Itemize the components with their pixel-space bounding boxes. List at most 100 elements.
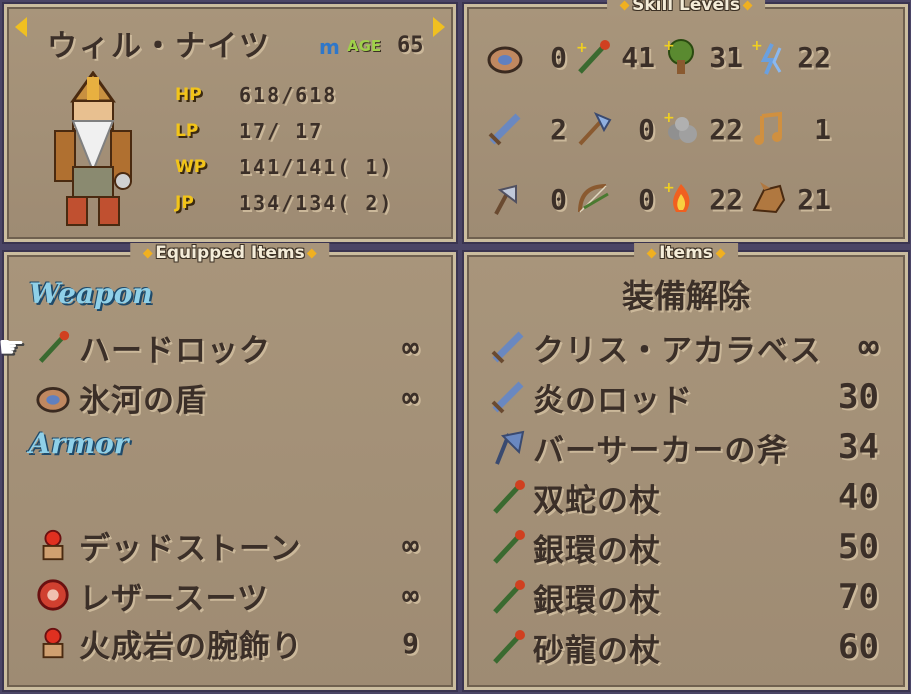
item-row[interactable]: バーサーカーの斧 34 bbox=[489, 423, 899, 471]
rock-icon: + bbox=[659, 107, 703, 151]
item-name: 双蛇の杖 bbox=[533, 482, 661, 519]
skill-levels-title: Skill Levels bbox=[607, 0, 765, 15]
shield-icon bbox=[36, 387, 70, 413]
beast-icon bbox=[747, 177, 791, 221]
item-qty: 30 bbox=[838, 377, 879, 417]
skill-level: 1 bbox=[814, 112, 831, 146]
equip-slot-weapon-2[interactable]: 氷河の盾 ∞ bbox=[35, 375, 445, 419]
equip-slot-weapon-1[interactable]: ハードロック ∞ bbox=[35, 325, 445, 369]
staff-icon bbox=[38, 330, 70, 363]
next-character-arrow-icon[interactable] bbox=[433, 17, 445, 37]
equip-item-name: 氷河の盾 bbox=[79, 382, 207, 419]
hand-axe-icon bbox=[483, 177, 527, 221]
item-row[interactable]: 炎のロッド 30 bbox=[489, 373, 899, 421]
sword-icon bbox=[491, 331, 524, 364]
age-value: 65 bbox=[397, 33, 424, 58]
fire-icon: + bbox=[659, 177, 703, 221]
skill-level: 31 bbox=[709, 40, 743, 74]
item-name: 銀環の杖 bbox=[533, 532, 661, 569]
skill-level: 0 bbox=[550, 40, 567, 74]
hp-label: HP bbox=[175, 85, 202, 105]
hand-pointer-cursor-icon: ☛ bbox=[0, 330, 25, 365]
item-qty: 40 bbox=[838, 477, 879, 517]
item-name: 炎のロッド bbox=[533, 382, 693, 419]
hp-value: 618/618 bbox=[239, 83, 338, 107]
svg-text:+: + bbox=[576, 40, 588, 56]
staff-icon bbox=[493, 580, 525, 614]
equip-item-qty: ∞ bbox=[402, 330, 419, 364]
item-row[interactable]: 砂龍の杖 60 bbox=[489, 623, 899, 671]
skill-level: 0 bbox=[550, 182, 567, 216]
staff-icon bbox=[493, 480, 525, 514]
character-name: ウィル・ナイツ bbox=[47, 29, 271, 64]
skill-level: 22 bbox=[797, 40, 831, 74]
skill-level: 0 bbox=[638, 112, 655, 146]
jp-label: JP bbox=[175, 193, 194, 213]
equip-slot-armor-3[interactable]: 火成岩の腕飾り 9 bbox=[35, 621, 445, 665]
item-row[interactable]: 銀環の杖 50 bbox=[489, 523, 899, 571]
lp-label: LP bbox=[175, 121, 199, 141]
item-row[interactable]: 銀環の杖 70 bbox=[489, 573, 899, 621]
water-icon: + bbox=[747, 35, 791, 79]
skill-level: 0 bbox=[638, 182, 655, 216]
prev-character-arrow-icon[interactable] bbox=[15, 17, 27, 37]
item-qty: 50 bbox=[838, 527, 879, 567]
svg-text:+: + bbox=[751, 38, 763, 54]
svg-text:+: + bbox=[663, 180, 675, 196]
svg-text:+: + bbox=[663, 110, 675, 126]
equip-slot-armor-2[interactable]: レザースーツ ∞ bbox=[35, 573, 445, 617]
equip-item-qty: ∞ bbox=[402, 528, 419, 562]
equip-item-name: デッドストーン bbox=[79, 530, 302, 567]
wp-label: WP bbox=[175, 157, 207, 177]
item-name: 砂龍の杖 bbox=[533, 632, 661, 669]
skill-row: 0 + 41 + 31 + 22 bbox=[483, 35, 835, 79]
axe-icon bbox=[495, 430, 525, 465]
axe-icon bbox=[571, 107, 615, 151]
equip-item-name: レザースーツ bbox=[79, 580, 269, 617]
wp-value: 141/141( 1) bbox=[239, 155, 394, 179]
skill-level: 22 bbox=[709, 182, 743, 216]
svg-text:+: + bbox=[663, 38, 675, 54]
age-label: AGE bbox=[347, 37, 382, 55]
tree-icon: + bbox=[659, 35, 703, 79]
music-icon bbox=[747, 107, 791, 151]
skill-row: 2 0 + 22 1 bbox=[483, 107, 835, 151]
item-qty: 60 bbox=[838, 627, 879, 667]
skill-level: 22 bbox=[709, 112, 743, 146]
item-qty: 70 bbox=[838, 577, 879, 617]
equip-item-qty: ∞ bbox=[402, 380, 419, 414]
equip-slot-armor-1[interactable]: デッドストーン ∞ bbox=[35, 523, 445, 567]
item-row[interactable]: クリス・アカラベス ∞ bbox=[489, 323, 899, 371]
skill-row: 0 0 + 22 21 bbox=[483, 177, 835, 221]
equip-item-name: ハードロック bbox=[79, 332, 271, 369]
male-icon: m bbox=[319, 35, 340, 59]
item-row[interactable]: 双蛇の杖 40 bbox=[489, 473, 899, 521]
equipped-items-title: Equipped Items bbox=[130, 243, 330, 263]
items-title: Items bbox=[634, 243, 738, 263]
item-name: クリス・アカラベス bbox=[533, 332, 822, 369]
skill-level: 21 bbox=[797, 182, 831, 216]
equip-item-qty: 9 bbox=[402, 626, 419, 660]
skill-level: 2 bbox=[550, 112, 567, 146]
armor-section-header: Armor bbox=[29, 427, 129, 460]
ring-icon bbox=[42, 627, 64, 659]
item-qty: ∞ bbox=[858, 327, 879, 367]
ring-icon bbox=[42, 529, 64, 561]
shield-icon bbox=[483, 35, 527, 79]
equip-item-name: 火成岩の腕飾り bbox=[79, 628, 303, 665]
character-panel: ウィル・ナイツ m AGE 65 HP 618/618 LP 17/ 17 WP… bbox=[4, 4, 456, 242]
item-name: バーサーカーの斧 bbox=[533, 432, 789, 469]
sword-icon bbox=[483, 107, 527, 151]
unequip-option[interactable]: 装備解除 bbox=[467, 271, 905, 317]
skill-levels-panel: Skill Levels 0 + 41 + 31 + 22 2 0 + 22 1… bbox=[464, 0, 908, 242]
item-name: 銀環の杖 bbox=[533, 582, 661, 619]
weapon-section-header: Weapon bbox=[29, 277, 153, 310]
lp-value: 17/ 17 bbox=[239, 119, 324, 143]
skill-level: 41 bbox=[621, 40, 655, 74]
staff-icon bbox=[493, 630, 525, 664]
staff-icon bbox=[493, 530, 525, 564]
bow-icon bbox=[571, 177, 615, 221]
jp-value: 134/134( 2) bbox=[239, 191, 394, 215]
equip-item-qty: ∞ bbox=[402, 578, 419, 612]
item-qty: 34 bbox=[838, 427, 879, 467]
